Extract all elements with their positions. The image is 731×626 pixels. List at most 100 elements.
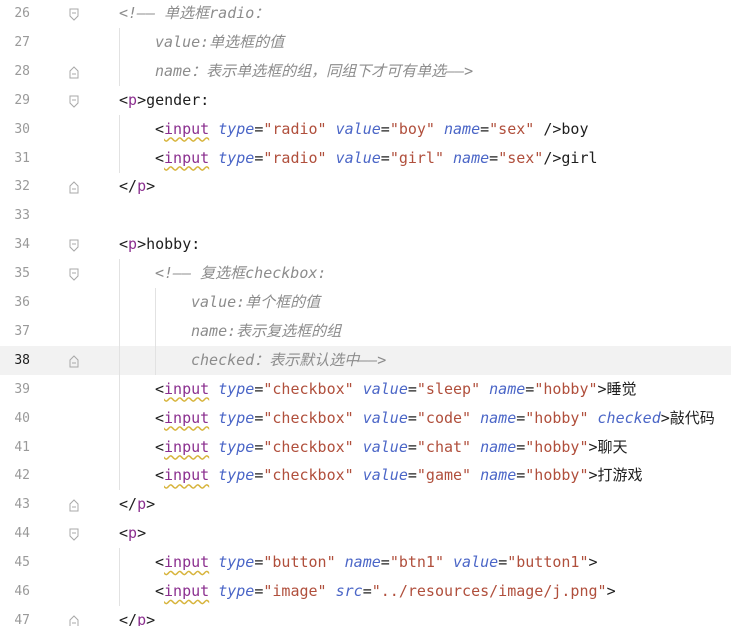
fold-end-icon[interactable] [69,179,79,194]
code-line[interactable]: 32 </p> [0,172,731,201]
indent-guide [119,403,120,433]
code-text: <input type="radio" value="girl" name="s… [155,144,598,173]
tag-bracket: < [155,437,165,456]
attribute-value: "code" [416,408,472,427]
code-text: name:表示复选框的组 [191,317,341,346]
fold-end-icon[interactable] [69,613,79,626]
code-line[interactable]: 46 <input type="image" src="../resources/… [0,577,731,606]
code-line[interactable]: 28 name：表示单选框的组，同组下才可有单选——> [0,56,731,86]
attribute-name: value [453,553,499,572]
equals-sign: = [407,466,417,485]
fold-start-icon[interactable] [69,93,79,108]
fold-start-icon[interactable] [69,526,79,541]
code-line[interactable]: 33 [0,201,731,230]
code-text: <input type="image" src="../resources/im… [155,577,616,606]
fold-start-icon[interactable] [69,266,79,281]
line-number: 44 [14,526,30,542]
code-line[interactable]: 27 value:单选框的值 [0,27,731,57]
tag-name: p [128,90,138,109]
attribute-value: "sex" [489,119,535,138]
attribute-name: type [218,437,255,456]
fold-end-icon[interactable] [69,353,79,368]
line-number: 35 [14,266,30,282]
code-text: </p> [119,172,155,201]
fold-start-icon[interactable] [69,6,79,21]
attribute-name: type [218,119,255,138]
code-line[interactable]: 43 </p> [0,490,731,519]
attribute-value: "sex" [498,148,544,167]
line-number: 37 [14,323,30,339]
indent-guide [119,316,120,346]
tag-name: input [164,379,210,398]
comment-text: name：表示单选框的组，同组下才可有单选——> [155,61,474,80]
tag-name: input [164,437,210,456]
code-line[interactable]: 36 value:单个框的值 [0,288,731,317]
line-number: 32 [14,179,30,195]
tag-bracket: < [119,90,129,109]
tag-name: input [164,582,210,600]
tag-name: input [164,466,210,485]
code-line[interactable]: 38 checked：表示默认选中——> [0,345,731,375]
indent-guide [155,316,156,346]
attribute-value: "radio" [263,119,327,138]
tag-name: p [137,177,147,196]
code-text: <input type="radio" value="boy" name="se… [155,115,589,144]
line-number: 26 [14,6,30,21]
code-editor[interactable]: 26 <!—— 单选框radio： 27 value:单选框的值 28 name：表示单选… [0,0,731,626]
tag-bracket: </ [119,610,138,626]
attribute-name: value [362,379,408,398]
line-number: 43 [14,497,30,513]
code-text: <p> [119,519,146,548]
code-line[interactable]: 31 <input type="radio" value="girl" name=… [0,143,731,173]
attribute-value: "boy" [389,119,435,138]
code-line[interactable]: 42 <input type="checkbox" value="game" na… [0,461,731,491]
attribute-name: name [480,408,517,427]
equals-sign: = [525,379,535,398]
code-line[interactable]: 30 <input type="radio" value="boy" name="… [0,114,731,144]
attribute-name: value [362,408,408,427]
fold-end-icon[interactable] [69,497,79,512]
code-line[interactable]: 34 <p>hobby: [0,230,731,259]
indent-guide [119,259,120,289]
code-line[interactable]: 39 <input type="checkbox" value="sleep" n… [0,374,731,404]
tag-bracket: < [155,119,165,138]
code-line[interactable]: 47 </p> [0,606,731,626]
code-line[interactable]: 44 <p> [0,519,731,548]
code-line[interactable]: 35 <!—— 复选框checkbox: [0,259,731,289]
equals-sign: = [480,119,490,138]
fold-start-icon[interactable] [69,237,79,252]
tag-name: input [164,119,210,138]
code-line[interactable]: 29 <p>gender: [0,86,731,115]
line-number: 28 [14,63,30,79]
code-text: value:单个框的值 [191,288,320,317]
indent-guide [119,461,120,491]
tag-bracket: </ [119,495,138,514]
code-line[interactable]: 41 <input type="checkbox" value="chat" na… [0,432,731,462]
fold-end-icon[interactable] [69,64,79,79]
equals-sign: = [516,408,526,427]
tag-bracket: > [588,553,598,572]
attribute-value: "button1" [507,553,589,572]
tag-bracket: >打游戏 [588,466,643,485]
code-text: <!—— 复选框checkbox: [155,259,326,288]
code-line[interactable]: 40 <input type="checkbox" value="code" na… [0,403,731,433]
code-text: <input type="checkbox" value="code" name… [155,404,715,433]
equals-sign: = [407,437,417,456]
code-line[interactable]: 37 name:表示复选框的组 [0,316,731,346]
comment-text: name:表示复选框的组 [191,321,342,340]
code-line[interactable]: 26 <!—— 单选框radio： [0,0,731,28]
code-text: <p>hobby: [119,230,200,259]
line-number: 40 [14,410,30,426]
comment-text: checked：表示默认选中——> [191,350,387,369]
line-number: 27 [14,34,30,50]
tag-bracket: >gender: [137,90,210,109]
tag-bracket: </ [119,177,138,196]
code-line[interactable]: 45 <input type="button" name="btn1" value… [0,548,731,578]
